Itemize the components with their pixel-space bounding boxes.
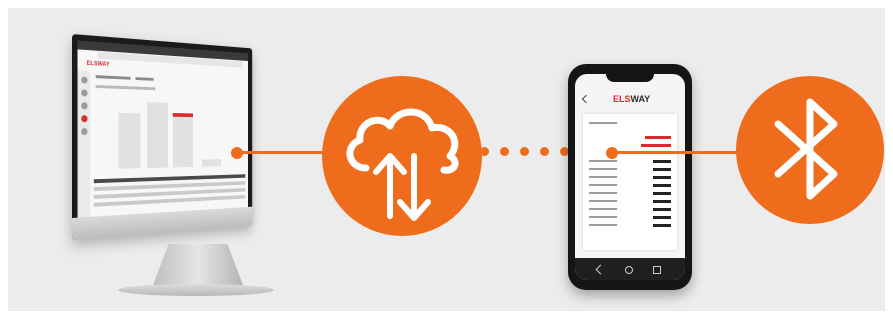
detail-label-placeholder (589, 122, 617, 124)
detail-row (589, 224, 671, 227)
monitor-app-logo: ELSWAY (86, 60, 110, 69)
bluetooth-icon (774, 98, 838, 200)
detail-value-placeholder (653, 192, 671, 195)
nav-home-icon (625, 266, 633, 274)
detail-row (589, 160, 671, 163)
sidebar-icon (80, 76, 88, 84)
connector-dot (520, 147, 529, 156)
detail-row (589, 192, 671, 195)
detail-value-placeholder (653, 224, 671, 227)
nav-recents-icon (653, 266, 661, 274)
detail-row (589, 168, 671, 171)
detail-row (589, 208, 671, 211)
detail-label-placeholder (589, 176, 617, 178)
smartphone: ELSWAY (568, 64, 692, 290)
monitor-display: ELSWAY (77, 40, 249, 218)
nav-back-icon (595, 264, 606, 275)
detail-value-placeholder (653, 208, 671, 211)
detail-label-placeholder (589, 168, 617, 170)
app-chart-bar (147, 102, 169, 169)
app-chart-marker (172, 113, 193, 118)
monitor-stand (152, 244, 244, 288)
phone-logo-suffix: WAY (630, 94, 651, 104)
detail-value-placeholder (653, 176, 671, 179)
connector-line (238, 151, 328, 154)
cloud-sync-circle (322, 76, 482, 236)
illustration: ELSWAY ELSWAY (0, 0, 893, 319)
detail-label-placeholder (589, 216, 617, 218)
app-heading-placeholder (95, 75, 131, 80)
detail-row (589, 136, 671, 139)
connector-line (614, 151, 744, 154)
connector-dot (231, 147, 243, 159)
app-filter-placeholder (95, 84, 156, 91)
detail-row (589, 144, 671, 147)
detail-row (589, 216, 671, 219)
app-chart-bar (202, 159, 222, 167)
connector-dot (480, 147, 489, 156)
sidebar-active-icon (80, 115, 88, 123)
detail-value-highlight (645, 136, 671, 139)
sidebar-icon (80, 102, 88, 110)
app-chart-bar (118, 112, 141, 169)
detail-value-placeholder (653, 160, 671, 163)
monitor-base (118, 284, 274, 296)
detail-row (589, 184, 671, 187)
detail-value-highlight (641, 144, 671, 147)
back-arrow-icon (581, 94, 591, 104)
sidebar-icon (80, 89, 88, 97)
bluetooth-circle (736, 76, 884, 224)
app-chart-bar (172, 115, 193, 168)
detail-label-placeholder (589, 160, 617, 162)
detail-row (589, 176, 671, 179)
app-sidebar (77, 70, 91, 218)
phone-nav-bar (575, 258, 685, 280)
detail-value-placeholder (653, 216, 671, 219)
detail-label-placeholder (589, 224, 617, 226)
detail-value-placeholder (653, 200, 671, 203)
connector-dot (540, 147, 549, 156)
app-heading-placeholder (135, 77, 154, 81)
detail-value-placeholder (653, 168, 671, 171)
phone-logo-prefix: ELS (613, 94, 631, 104)
detail-row (589, 200, 671, 203)
monitor-screen: ELSWAY (72, 34, 253, 240)
detail-label-placeholder (589, 208, 617, 210)
detail-row (589, 122, 671, 125)
connector-dot (500, 147, 509, 156)
cloud-upload-download-icon (346, 108, 459, 221)
sidebar-icon (80, 128, 88, 136)
detail-label-placeholder (589, 200, 617, 202)
phone-screen: ELSWAY (575, 74, 685, 280)
app-table (93, 171, 246, 211)
phone-detail-card (583, 114, 677, 250)
phone-notch (606, 74, 654, 82)
detail-value-placeholder (653, 184, 671, 187)
phone-app-logo: ELSWAY (613, 94, 650, 104)
detail-label-placeholder (589, 184, 617, 186)
detail-label-placeholder (589, 192, 617, 194)
